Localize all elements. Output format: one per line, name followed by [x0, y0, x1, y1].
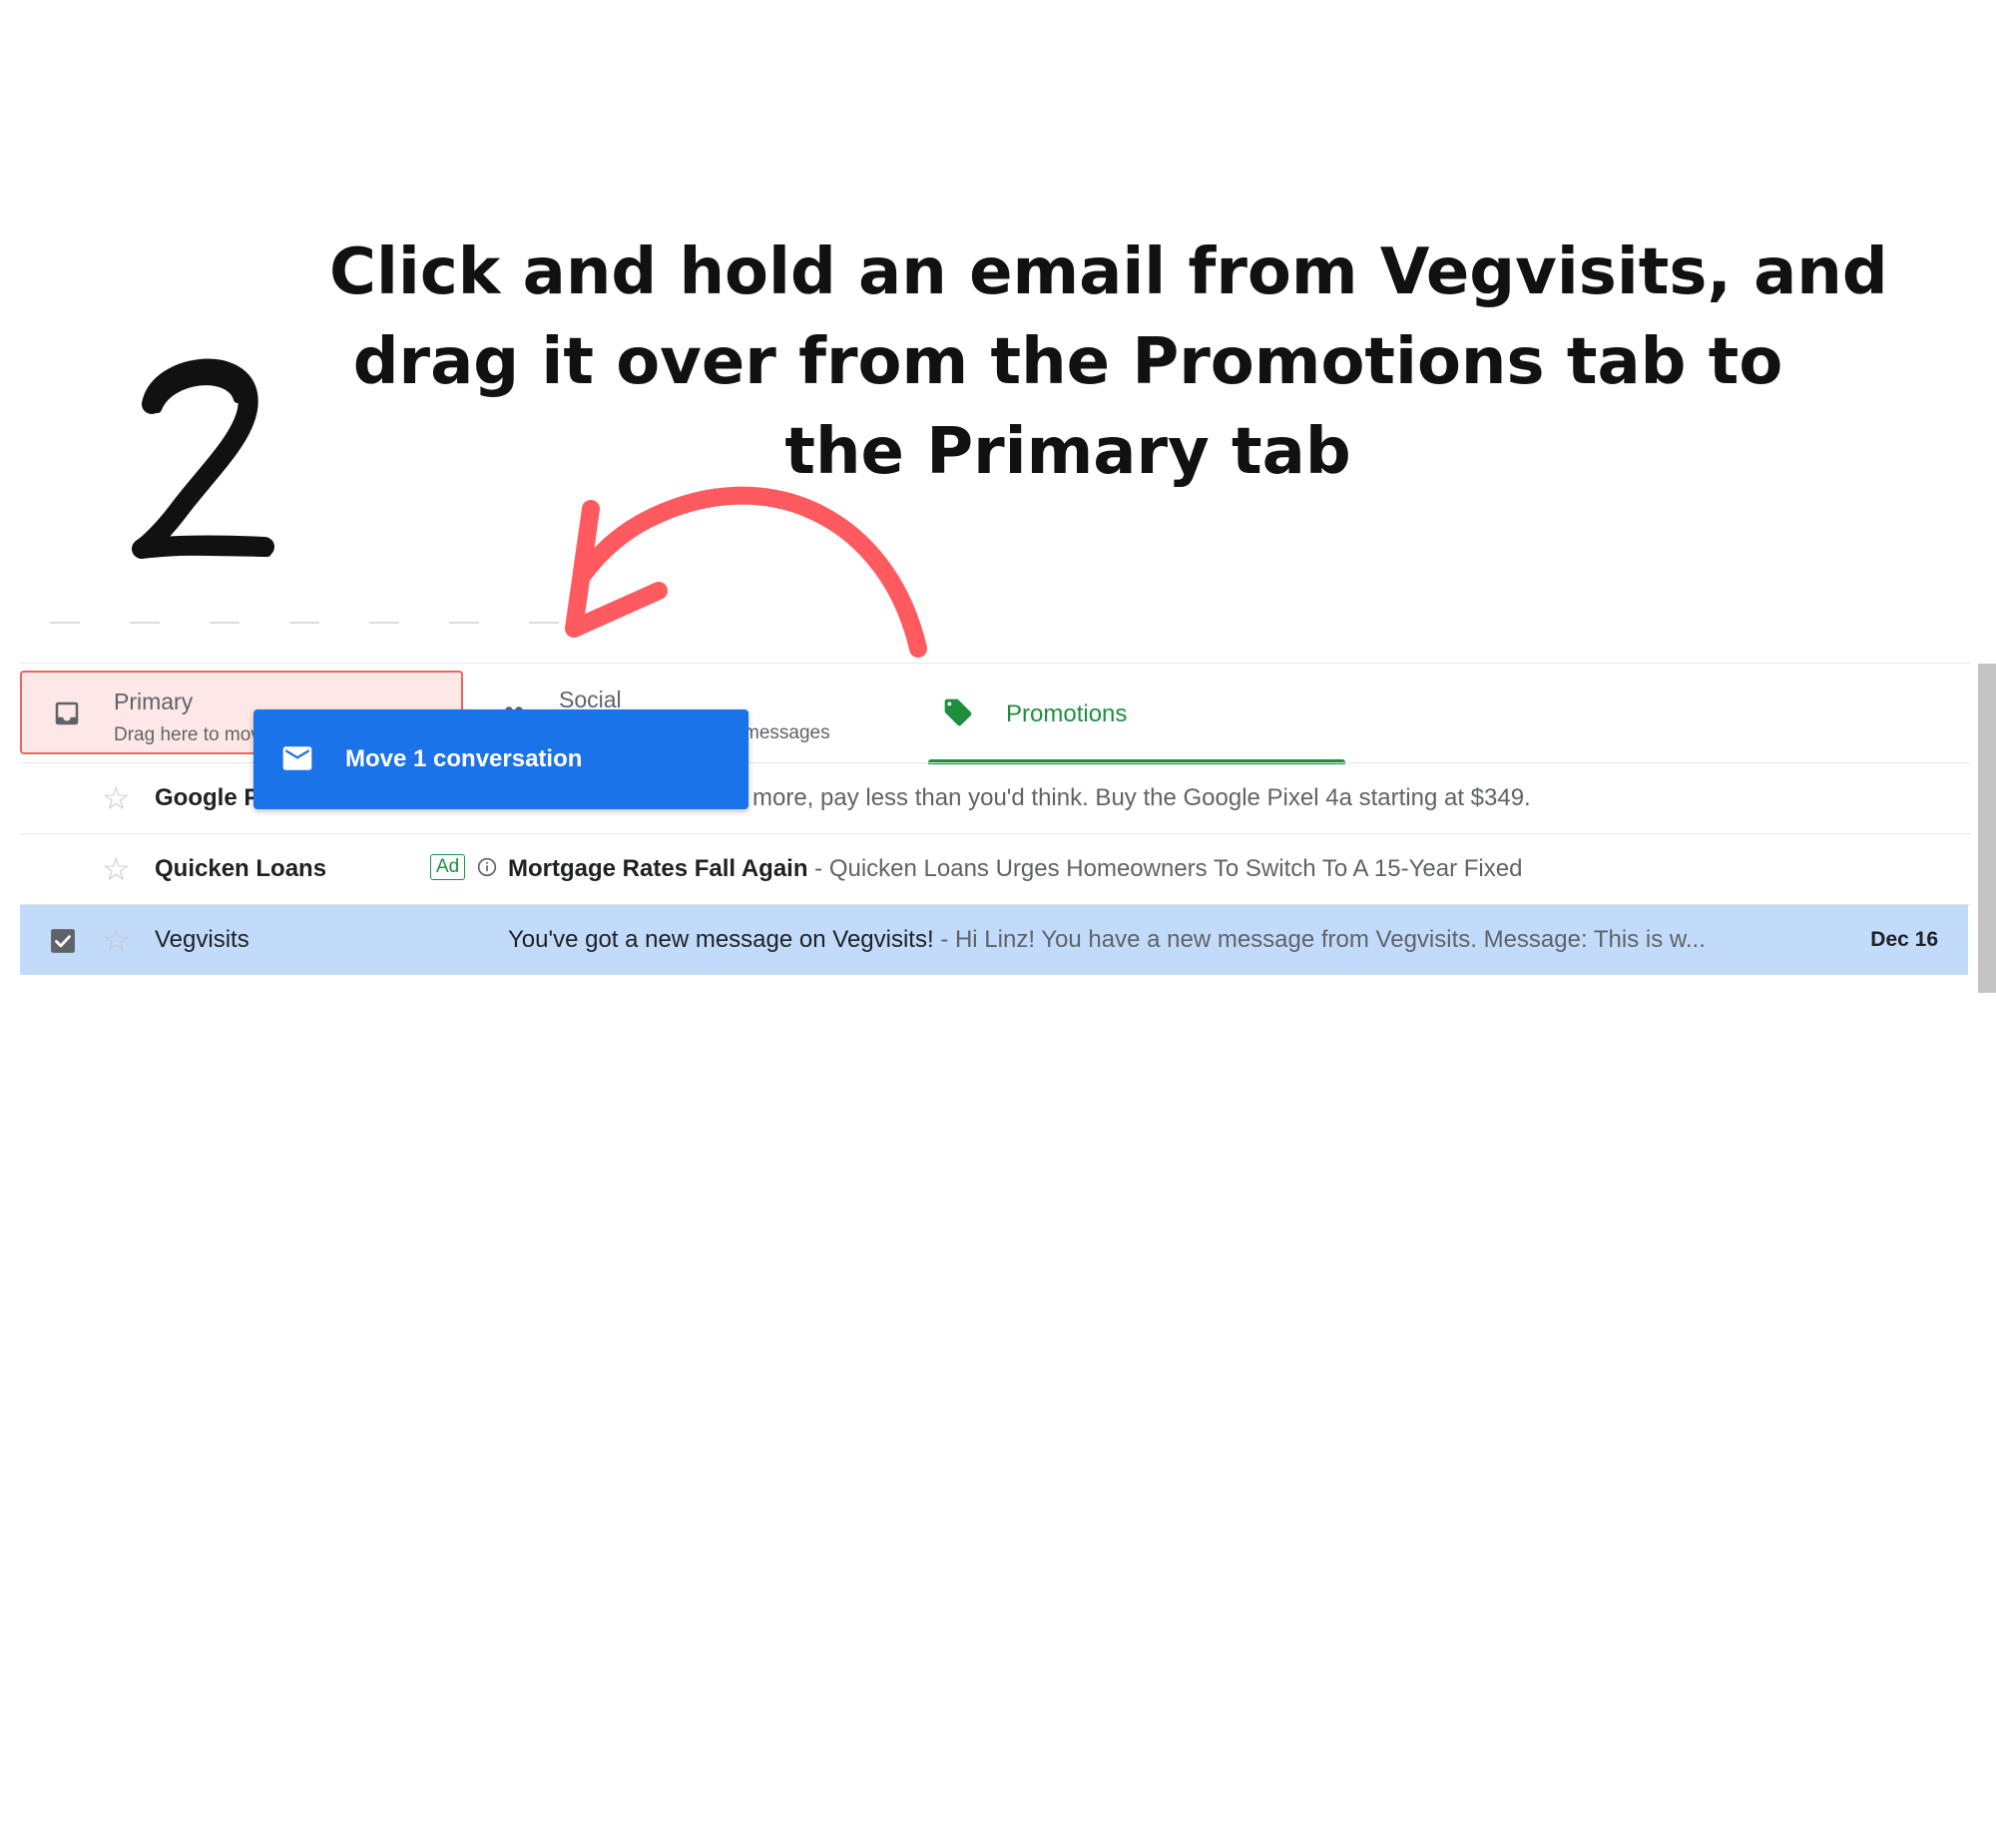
drag-move-label: Move 1 conversation — [345, 745, 583, 772]
email-subject: You've got a new message on Vegvisits! -… — [508, 926, 1706, 954]
email-subject-text: Mortgage Rates Fall Again — [508, 855, 808, 882]
email-snippet-text: more, pay less than you'd think. Buy the… — [752, 784, 1531, 811]
mail-icon — [282, 746, 312, 770]
checkbox-checked-icon[interactable] — [50, 928, 76, 954]
instruction-text: Click and hold an email from Vegvisits, … — [329, 228, 1888, 497]
email-snippet-text: - Quicken Loans Urges Homeowners To Swit… — [807, 855, 1523, 882]
gmail-inbox: Primary Drag here to move Social message… — [0, 619, 1996, 993]
email-snippet-text: - Hi Linz! You have a new message from V… — [933, 926, 1706, 953]
tab-social-subtitle: messages — [744, 722, 830, 743]
tab-promotions[interactable]: Promotions — [928, 671, 1345, 764]
email-row-selected[interactable]: ☆ Vegvisits You've got a new message on … — [20, 905, 1968, 975]
tabs-top-border — [20, 663, 1971, 664]
tab-primary-subtitle: Drag here to move — [114, 724, 271, 745]
inbox-icon — [55, 701, 79, 725]
drag-move-chip[interactable]: Move 1 conversation — [253, 709, 748, 809]
info-icon[interactable] — [477, 857, 497, 877]
toolbar-divider — [50, 619, 649, 631]
email-subject-text: You've got a new message on Vegvisits! — [508, 926, 934, 953]
email-row[interactable]: ☆ Quicken Loans Ad Mortgage Rates Fall A… — [20, 834, 1968, 904]
email-subject: Mortgage Rates Fall Again - Quicken Loan… — [508, 855, 1522, 883]
instruction-line-2: drag it over from the Promotions tab to — [352, 325, 1783, 399]
step-number-2 — [132, 358, 274, 559]
star-icon[interactable]: ☆ — [102, 924, 131, 956]
tab-promotions-label: Promotions — [1006, 700, 1128, 727]
tab-primary-label: Primary — [114, 689, 194, 714]
email-sender: Google P — [155, 784, 260, 811]
email-sender: Quicken Loans — [155, 855, 327, 882]
email-sender: Vegvisits — [155, 926, 250, 953]
star-icon[interactable]: ☆ — [102, 782, 131, 814]
instruction-line-1: Click and hold an email from Vegvisits, … — [329, 235, 1888, 309]
email-date: Dec 16 — [1870, 928, 1938, 951]
ad-badge: Ad — [430, 854, 466, 880]
star-icon[interactable]: ☆ — [102, 853, 131, 885]
email-snippet: more, pay less than you'd think. Buy the… — [752, 784, 1531, 812]
tag-icon — [944, 698, 972, 726]
scrollbar[interactable] — [1978, 664, 1996, 993]
